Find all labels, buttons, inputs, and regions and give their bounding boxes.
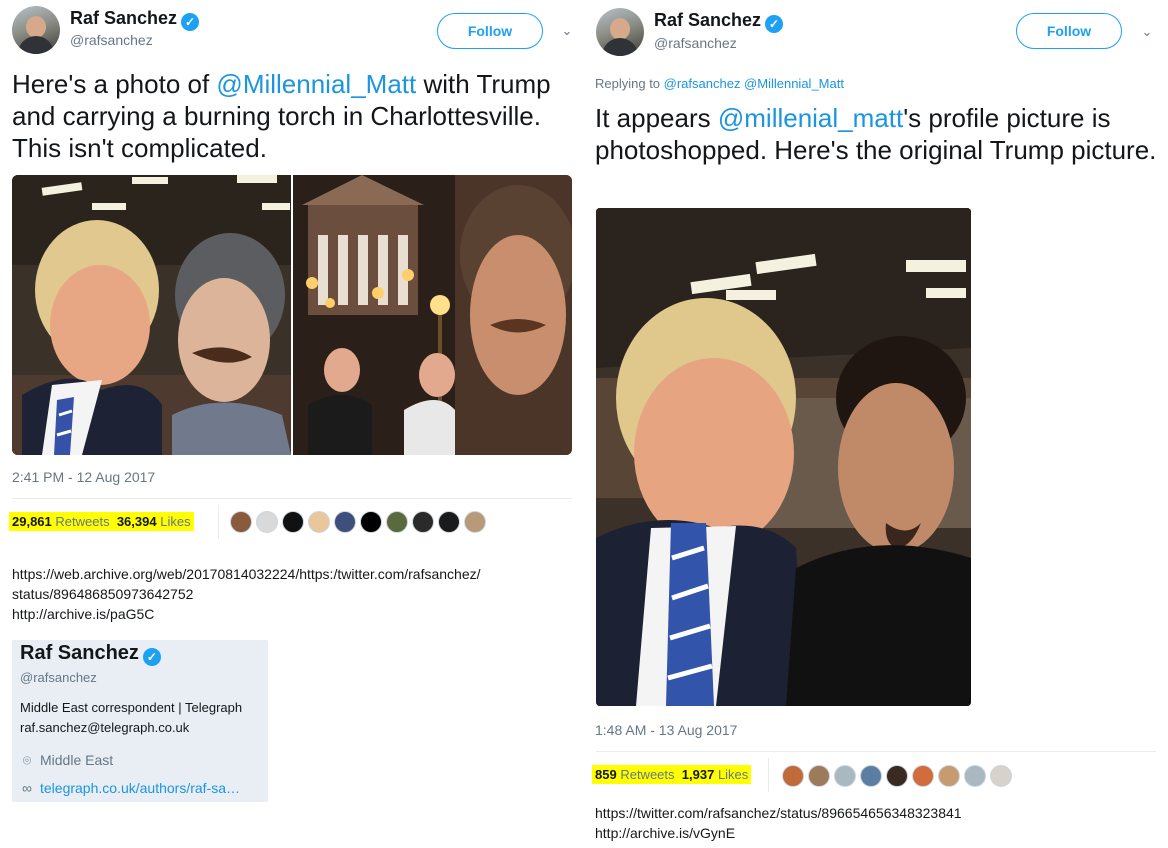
- archive-link[interactable]: http://archive.is/vGynE: [595, 823, 962, 843]
- liker-avatar[interactable]: [860, 765, 882, 787]
- tweet-timestamp[interactable]: 2:41 PM - 12 Aug 2017: [12, 469, 155, 485]
- likes-label[interactable]: Likes: [160, 514, 190, 529]
- original-photo: [596, 208, 971, 706]
- archive-link[interactable]: https://web.archive.org/web/201708140322…: [12, 564, 481, 584]
- tweet-text: Here's a photo of @Millennial_Matt with …: [12, 69, 551, 163]
- liker-avatar[interactable]: [938, 765, 960, 787]
- liker-avatar[interactable]: [386, 511, 408, 533]
- archive-links: https://twitter.com/rafsanchez/status/89…: [595, 803, 962, 843]
- verified-badge-icon: ✓: [142, 648, 161, 666]
- collage-image: [12, 175, 572, 455]
- divider: [596, 751, 1156, 752]
- stats-separator: [768, 758, 769, 792]
- profile-card: Raf Sanchez ✓ @rafsanchez Middle East cor…: [12, 640, 268, 802]
- liker-avatar[interactable]: [964, 765, 986, 787]
- liker-avatar[interactable]: [334, 511, 356, 533]
- archive-links: https://web.archive.org/web/201708140322…: [12, 564, 481, 624]
- verified-badge-icon: ✓: [765, 15, 784, 33]
- likes-label[interactable]: Likes: [718, 767, 748, 782]
- stats-separator: [218, 505, 219, 539]
- liker-avatar[interactable]: [282, 511, 304, 533]
- retweets-label[interactable]: Retweets: [620, 767, 674, 782]
- left-tweet: Raf Sanchez ✓ @rafsanchez Follow ⌄ Here's…: [0, 0, 584, 848]
- chevron-down-icon[interactable]: ⌄: [560, 24, 574, 38]
- likes-count[interactable]: 36,394: [117, 514, 157, 529]
- author-handle[interactable]: @rafsanchez: [654, 35, 737, 51]
- mention-link[interactable]: @Millennial_Matt: [216, 69, 416, 99]
- profile-bio: Middle East correspondent | Telegraph ra…: [20, 700, 243, 735]
- follow-button[interactable]: Follow: [1016, 13, 1122, 49]
- liker-avatar[interactable]: [256, 511, 278, 533]
- author-handle[interactable]: @rafsanchez: [70, 32, 153, 48]
- retweet-count[interactable]: 29,861: [12, 514, 52, 529]
- liker-avatar[interactable]: [308, 511, 330, 533]
- tweet-text: It appears @millenial_matt's profile pic…: [595, 103, 1157, 165]
- liker-avatar[interactable]: [834, 765, 856, 787]
- tweet-timestamp[interactable]: 1:48 AM - 13 Aug 2017: [595, 722, 737, 738]
- replying-to: Replying to @rafsanchez @Millennial_Matt: [595, 76, 844, 91]
- liker-avatars: [230, 511, 486, 533]
- reply-handles[interactable]: @rafsanchez @Millennial_Matt: [664, 76, 844, 91]
- right-tweet: Raf Sanchez ✓ @rafsanchez Follow ⌄ Replyi…: [584, 0, 1168, 848]
- liker-avatar[interactable]: [912, 765, 934, 787]
- profile-name[interactable]: Raf Sanchez ✓: [20, 642, 161, 666]
- divider: [12, 498, 572, 499]
- tweet-photo-collage[interactable]: [12, 175, 572, 455]
- liker-avatar[interactable]: [464, 511, 486, 533]
- author-name[interactable]: Raf Sanchez ✓: [70, 8, 200, 31]
- profile-handle[interactable]: @rafsanchez: [20, 670, 97, 685]
- chevron-down-icon[interactable]: ⌄: [1140, 25, 1154, 39]
- verified-badge-icon: ✓: [181, 13, 200, 31]
- archive-link[interactable]: http://archive.is/paG5C: [12, 604, 481, 624]
- author-avatar[interactable]: [12, 6, 60, 54]
- author-avatar[interactable]: [596, 8, 644, 56]
- liker-avatar[interactable]: [990, 765, 1012, 787]
- engagement-stats: 29,861 Retweets 36,394 Likes: [9, 512, 194, 531]
- liker-avatar[interactable]: [412, 511, 434, 533]
- engagement-stats: 859 Retweets 1,937 Likes: [592, 765, 752, 784]
- author-name[interactable]: Raf Sanchez ✓: [654, 10, 784, 33]
- likes-count[interactable]: 1,937: [682, 767, 715, 782]
- liker-avatar[interactable]: [438, 511, 460, 533]
- mention-link[interactable]: @millenial_matt: [718, 103, 903, 133]
- retweets-label[interactable]: Retweets: [55, 514, 109, 529]
- liker-avatars: [782, 765, 1012, 787]
- liker-avatar[interactable]: [808, 765, 830, 787]
- retweet-count[interactable]: 859: [595, 767, 617, 782]
- liker-avatar[interactable]: [360, 511, 382, 533]
- archive-link[interactable]: status/896486850973642752: [12, 584, 481, 604]
- tweet-photo[interactable]: [596, 208, 971, 706]
- location-pin-icon: ⌾: [22, 752, 32, 768]
- liker-avatar[interactable]: [230, 511, 252, 533]
- profile-link[interactable]: ∞ telegraph.co.uk/authors/raf-sa…: [20, 780, 240, 796]
- liker-avatar[interactable]: [782, 765, 804, 787]
- liker-avatar[interactable]: [886, 765, 908, 787]
- follow-button[interactable]: Follow: [437, 13, 543, 49]
- link-icon: ∞: [22, 780, 32, 796]
- archive-link[interactable]: https://twitter.com/rafsanchez/status/89…: [595, 803, 962, 823]
- profile-location: ⌾ Middle East: [20, 752, 113, 769]
